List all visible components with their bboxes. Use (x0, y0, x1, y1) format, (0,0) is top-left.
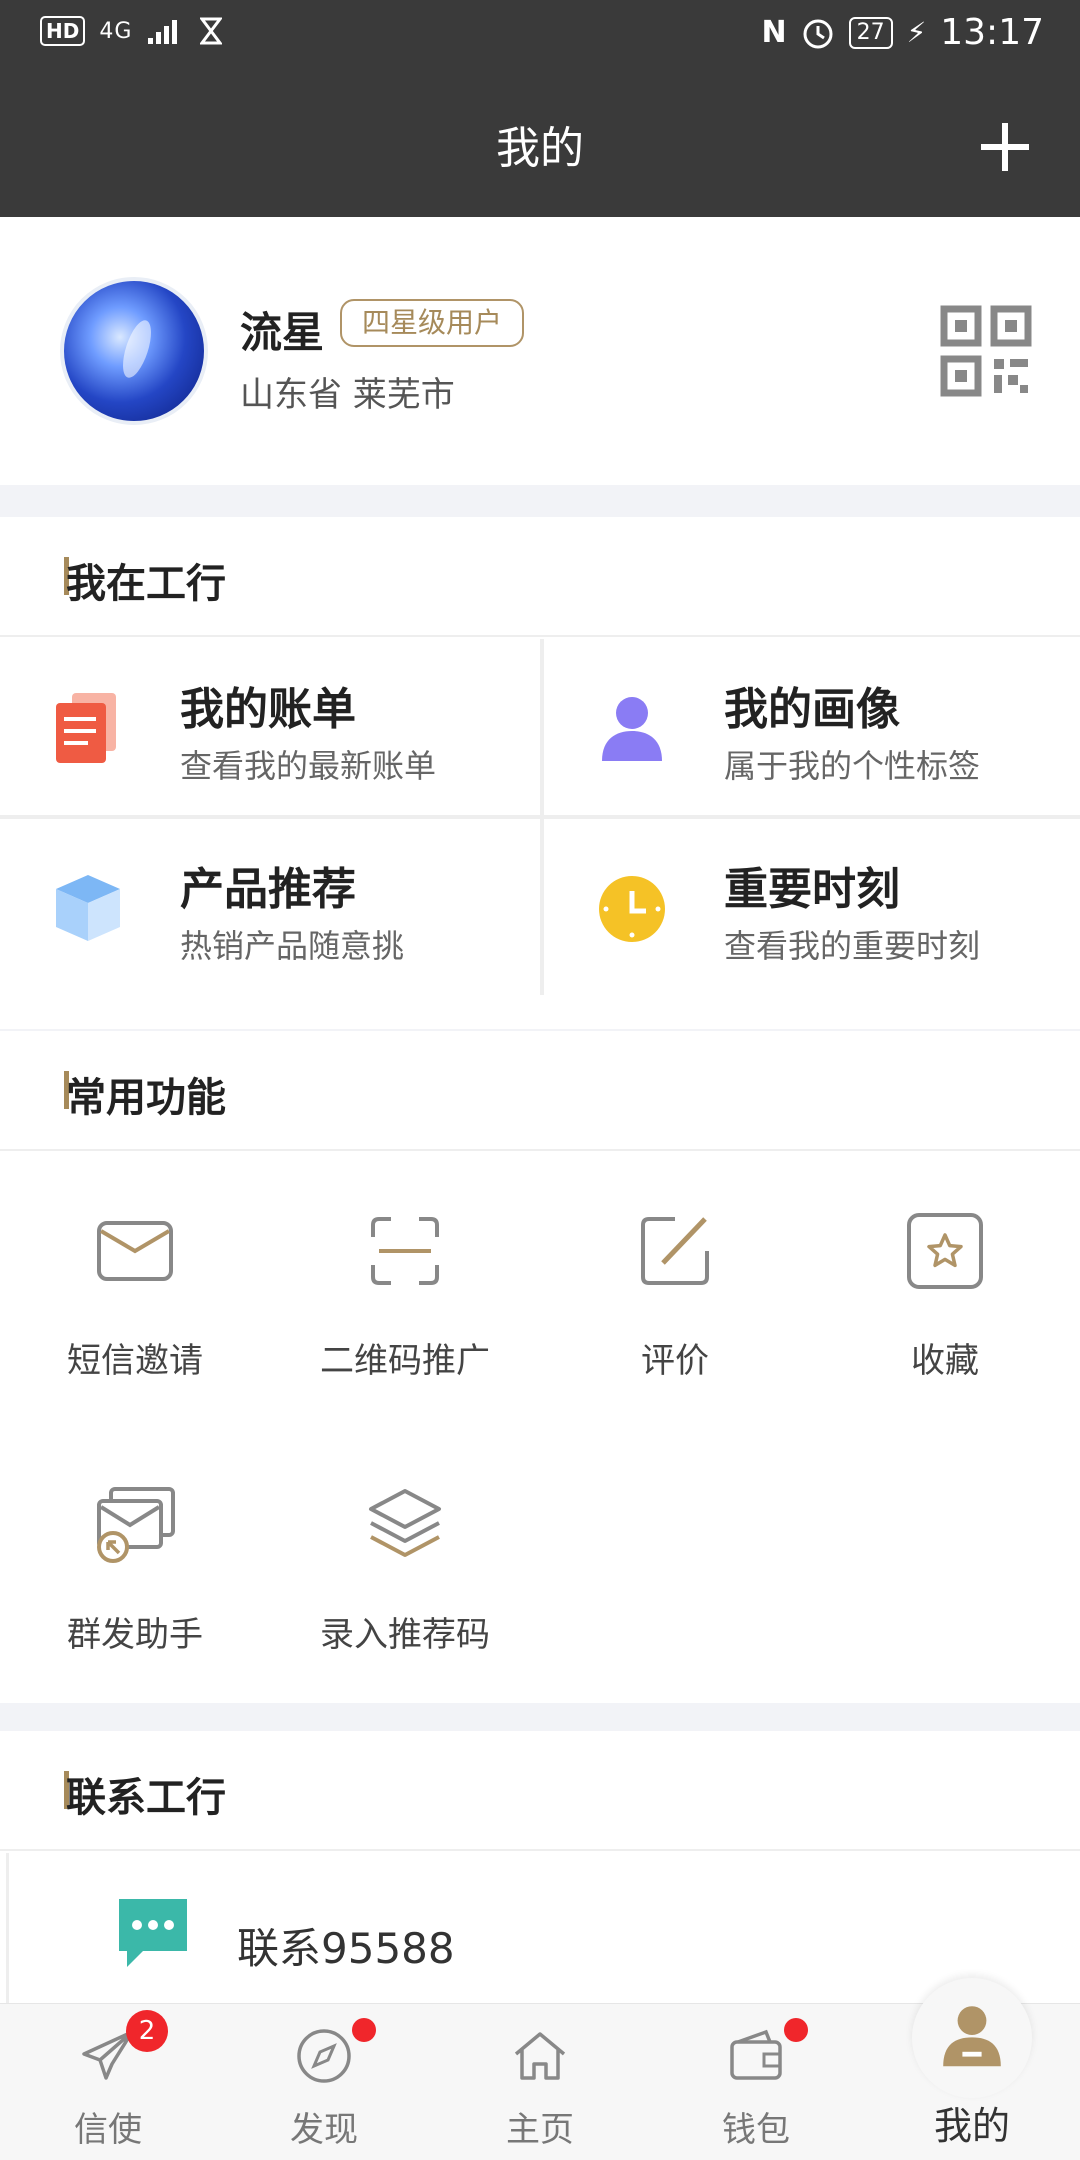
func-label: 短信邀请 (67, 1341, 203, 1381)
func-favorites[interactable]: 收藏 (810, 1153, 1080, 1427)
card-subtitle: 查看我的重要时刻 (724, 927, 981, 965)
page-title: 我的 (496, 123, 584, 174)
nav-item-messenger[interactable]: 2 信使 (0, 2004, 216, 2160)
card-subtitle: 查看我的最新账单 (180, 747, 437, 785)
person-icon (602, 697, 662, 761)
clock-icon (599, 876, 665, 942)
nav-item-home[interactable]: 主页 (432, 2004, 648, 2160)
func-qr-promote[interactable]: 二维码推广 (270, 1153, 540, 1427)
qr-code-icon[interactable] (940, 305, 1032, 397)
broadcast-mail-icon (97, 1487, 175, 1563)
card-important-moments[interactable]: 重要时刻 查看我的重要时刻 (544, 819, 1080, 995)
section-title: 我在工行 (66, 561, 226, 607)
alarm-icon (803, 19, 833, 48)
nav-label: 信使 (74, 2110, 142, 2150)
nav-item-discover[interactable]: 发现 (216, 2004, 432, 2160)
user-icon (943, 2006, 1001, 2067)
card-subtitle: 属于我的个性标签 (724, 747, 981, 785)
user-level-badge: 四星级用户 (340, 299, 525, 347)
card-subtitle: 热销产品随意挑 (180, 927, 405, 965)
home-icon (514, 2032, 566, 2080)
status-bar-right: N 27 ⚡ 13:17 (761, 12, 1044, 53)
clock-time: 13:17 (940, 12, 1044, 53)
compass-icon (297, 2029, 351, 2083)
card-title: 重要时刻 (724, 864, 900, 915)
chat-icon (119, 1899, 187, 1967)
nav-label: 我的 (933, 2104, 1010, 2148)
functions-grid: 短信邀请 二维码推广 评价 收藏 群发助手 录入推荐码 (0, 1153, 1080, 1701)
user-name: 流星 (240, 308, 325, 357)
charging-icon: ⚡ (906, 16, 927, 49)
contact-label: 联系95588 (237, 1924, 455, 1973)
section-contact: 联系工行 联系95588 (0, 1731, 1080, 2021)
network-label: 4G (99, 18, 133, 44)
status-bar: HD 4G N 27 ⚡ 13:17 (0, 0, 1080, 72)
func-label: 收藏 (911, 1341, 979, 1381)
nav-label: 主页 (506, 2110, 574, 2150)
notification-dot (784, 2018, 808, 2042)
nfc-icon: N (761, 15, 787, 50)
layers-icon (369, 1489, 441, 1557)
section-header: 常用功能 (0, 1031, 1080, 1151)
add-button[interactable] (970, 112, 1040, 182)
avatar[interactable] (60, 277, 208, 425)
func-label: 评价 (641, 1341, 709, 1381)
section-title: 联系工行 (66, 1775, 226, 1821)
signal-icon (148, 20, 178, 44)
section-header: 联系工行 (0, 1731, 1080, 1851)
edit-icon (641, 1217, 709, 1285)
nav-item-wallet[interactable]: 钱包 (648, 2004, 864, 2160)
func-label: 录入推荐码 (320, 1615, 490, 1655)
scan-icon (371, 1217, 439, 1285)
func-label: 群发助手 (67, 1615, 203, 1655)
wallet-icon (730, 2029, 782, 2080)
card-product-recommend[interactable]: 产品推荐 热销产品随意挑 (0, 819, 540, 995)
section-title: 常用功能 (66, 1075, 226, 1121)
card-title: 产品推荐 (180, 864, 356, 915)
envelope-icon (97, 1221, 173, 1281)
func-review[interactable]: 评价 (540, 1153, 810, 1427)
nav-item-mine[interactable]: 我的 (864, 2003, 1080, 2160)
nav-label: 发现 (290, 2110, 358, 2150)
nav-label: 钱包 (722, 2110, 790, 2150)
icbc-card-grid: 我的账单 查看我的最新账单 我的画像 属于我的个性标签 产品推荐 热销产品随意挑 (0, 639, 1080, 995)
notification-dot (352, 2018, 376, 2042)
func-enter-referral-code[interactable]: 录入推荐码 (270, 1427, 540, 1701)
card-my-bill[interactable]: 我的账单 查看我的最新账单 (0, 639, 540, 815)
section-icbc: 我在工行 我的账单 查看我的最新账单 我的画像 属于我的个性标签 产品推荐 热销… (0, 517, 1080, 1029)
func-sms-invite[interactable]: 短信邀请 (0, 1153, 270, 1427)
section-header: 我在工行 (0, 517, 1080, 637)
cube-icon (56, 875, 120, 941)
bill-icon (56, 693, 116, 763)
status-bar-left: HD 4G (40, 16, 223, 46)
title-bar: 我的 (0, 72, 1080, 217)
star-icon (907, 1213, 983, 1289)
func-broadcast-assistant[interactable]: 群发助手 (0, 1427, 270, 1701)
battery-level: 27 (848, 16, 893, 49)
hourglass-icon (200, 17, 223, 45)
card-title: 我的账单 (180, 684, 356, 735)
user-location: 山东省 莱芜市 (240, 375, 455, 415)
card-title: 我的画像 (724, 684, 900, 735)
contact-95588-row[interactable]: 联系95588 (6, 1853, 1080, 2013)
card-my-portrait[interactable]: 我的画像 属于我的个性标签 (544, 639, 1080, 815)
hd-indicator: HD (40, 16, 86, 46)
func-label: 二维码推广 (320, 1341, 490, 1381)
section-common-functions: 常用功能 短信邀请 二维码推广 评价 收藏 群发助手 录入推荐码 (0, 1031, 1080, 1703)
unread-badge: 2 (126, 2010, 168, 2052)
profile-card[interactable]: 流星 四星级用户 山东省 莱芜市 (0, 217, 1080, 485)
